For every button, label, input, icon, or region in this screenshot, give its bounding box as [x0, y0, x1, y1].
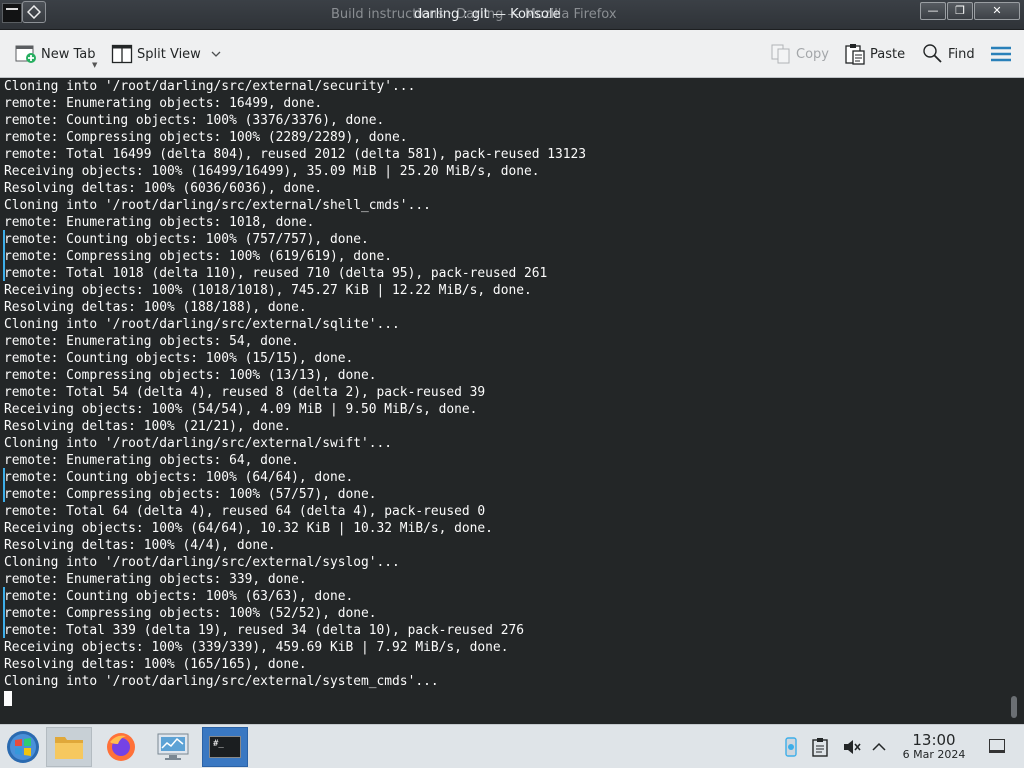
diamond-icon — [27, 5, 41, 19]
new-tab-dropdown-icon[interactable]: ▼ — [92, 61, 97, 69]
terminal-line: Cloning into '/root/darling/src/external… — [4, 436, 393, 451]
clipboard-icon — [812, 738, 828, 757]
minimize-button[interactable]: — — [920, 2, 946, 20]
terminal-line: remote: Compressing objects: 100% (2289/… — [4, 130, 408, 145]
terminal-line: Receiving objects: 100% (339/339), 459.6… — [4, 640, 509, 655]
file-manager-icon — [55, 737, 83, 759]
copy-label: Copy — [796, 46, 829, 62]
terminal-scrollbar[interactable] — [1011, 696, 1017, 718]
paste-icon — [844, 43, 866, 65]
taskbar: #_ 13:00 6 Mar 2024 — [0, 724, 1024, 768]
konsole-task[interactable]: #_ — [202, 727, 248, 767]
terminal-line: remote: Enumerating objects: 1018, done. — [4, 215, 315, 230]
volume-tray[interactable] — [842, 737, 862, 761]
clock-date[interactable]: 6 Mar 2024 — [896, 748, 972, 761]
terminal-line: Receiving objects: 100% (1018/1018), 745… — [4, 283, 532, 298]
window-titlebar[interactable]: Build instructions · Darling — Mozilla F… — [0, 0, 1024, 30]
terminal-line: Cloning into '/root/darling/src/external… — [4, 79, 416, 94]
new-tab-label: New Tab — [41, 46, 96, 62]
terminal-line: Cloning into '/root/darling/src/external… — [4, 555, 400, 570]
terminal-line: remote: Counting objects: 100% (3376/337… — [4, 113, 385, 128]
terminal-line: remote: Total 1018 (delta 110), reused 7… — [4, 266, 548, 281]
tray-expand-button[interactable] — [872, 737, 886, 761]
clock-time[interactable]: 13:00 — [910, 731, 958, 749]
copy-button[interactable]: Copy — [770, 42, 829, 66]
new-tab-icon — [15, 43, 37, 65]
start-menu-button[interactable] — [0, 727, 46, 767]
terminal-line: Cloning into '/root/darling/src/external… — [4, 317, 400, 332]
terminal-line: remote: Total 339 (delta 19), reused 34 … — [4, 623, 524, 638]
terminal-line: remote: Compressing objects: 100% (619/6… — [4, 249, 393, 264]
konsole-toolbar: New Tab ▼ Split View Copy Paste Find — [0, 30, 1024, 78]
terminal-line: Cloning into '/root/darling/src/external… — [4, 674, 439, 689]
start-menu-icon — [7, 731, 39, 763]
kde-connect-tray[interactable] — [782, 737, 800, 761]
window-menu-button[interactable] — [22, 1, 46, 23]
hamburger-menu-icon — [990, 43, 1012, 65]
hamburger-menu-button[interactable] — [990, 42, 1016, 66]
terminal-line: Receiving objects: 100% (16499/16499), 3… — [4, 164, 540, 179]
terminal-line: remote: Enumerating objects: 54, done. — [4, 334, 299, 349]
firefox-task[interactable] — [98, 727, 144, 767]
close-button[interactable]: ✕ — [974, 2, 1020, 20]
firefox-icon — [107, 733, 135, 761]
terminal-line: Resolving deltas: 100% (4/4), done. — [4, 538, 276, 553]
system-monitor-icon — [157, 733, 189, 760]
volume-muted-icon — [844, 740, 861, 754]
konsole-app-icon[interactable] — [2, 3, 22, 23]
file-manager-task[interactable] — [46, 727, 92, 767]
terminal-line: remote: Counting objects: 100% (63/63), … — [4, 589, 354, 604]
clipboard-tray[interactable] — [812, 737, 828, 761]
chevron-down-icon[interactable] — [211, 49, 221, 60]
paste-label: Paste — [870, 46, 906, 62]
search-icon — [922, 43, 944, 65]
terminal-line: remote: Total 16499 (delta 804), reused … — [4, 147, 587, 162]
system-monitor-task[interactable] — [150, 727, 196, 767]
terminal-line: remote: Total 64 (delta 4), reused 64 (d… — [4, 504, 486, 519]
new-tab-button[interactable]: New Tab — [15, 42, 96, 66]
window-title: darling : git — Konsole — [414, 7, 561, 22]
terminal-line: remote: Enumerating objects: 339, done. — [4, 572, 307, 587]
terminal-line: Resolving deltas: 100% (21/21), done. — [4, 419, 292, 434]
konsole-icon: #_ — [209, 736, 241, 758]
split-view-icon — [111, 43, 133, 65]
find-label: Find — [948, 46, 975, 62]
terminal-line: Receiving objects: 100% (54/54), 4.09 Mi… — [4, 402, 478, 417]
split-view-label: Split View — [137, 46, 201, 62]
terminal-line: Cloning into '/root/darling/src/external… — [4, 198, 431, 213]
terminal-line: Resolving deltas: 100% (165/165), done. — [4, 657, 307, 672]
find-button[interactable]: Find — [922, 42, 975, 66]
terminal-prompt-line[interactable] — [4, 690, 586, 707]
terminal-line: Resolving deltas: 100% (6036/6036), done… — [4, 181, 323, 196]
terminal-line: remote: Counting objects: 100% (64/64), … — [4, 470, 354, 485]
maximize-button[interactable]: ❐ — [947, 2, 973, 20]
split-view-button[interactable]: Split View — [111, 42, 221, 66]
show-desktop-icon[interactable] — [989, 739, 1005, 753]
terminal-line: remote: Compressing objects: 100% (57/57… — [4, 487, 377, 502]
terminal-output: Cloning into '/root/darling/src/external… — [4, 78, 586, 707]
terminal-cursor — [4, 691, 12, 706]
copy-icon — [770, 43, 792, 65]
terminal-line: remote: Total 54 (delta 4), reused 8 (de… — [4, 385, 486, 400]
terminal-line: Resolving deltas: 100% (188/188), done. — [4, 300, 307, 315]
terminal-line: remote: Compressing objects: 100% (13/13… — [4, 368, 377, 383]
terminal-line: remote: Compressing objects: 100% (52/52… — [4, 606, 377, 621]
terminal-line: remote: Enumerating objects: 64, done. — [4, 453, 299, 468]
terminal-line: remote: Counting objects: 100% (15/15), … — [4, 351, 354, 366]
kde-connect-icon — [785, 737, 797, 757]
terminal-line: remote: Counting objects: 100% (757/757)… — [4, 232, 369, 247]
terminal-line: Receiving objects: 100% (64/64), 10.32 K… — [4, 521, 493, 536]
terminal-view[interactable]: Cloning into '/root/darling/src/external… — [0, 78, 1024, 724]
terminal-line: remote: Enumerating objects: 16499, done… — [4, 96, 323, 111]
tray-expand-icon — [872, 742, 886, 751]
paste-button[interactable]: Paste — [844, 42, 905, 66]
